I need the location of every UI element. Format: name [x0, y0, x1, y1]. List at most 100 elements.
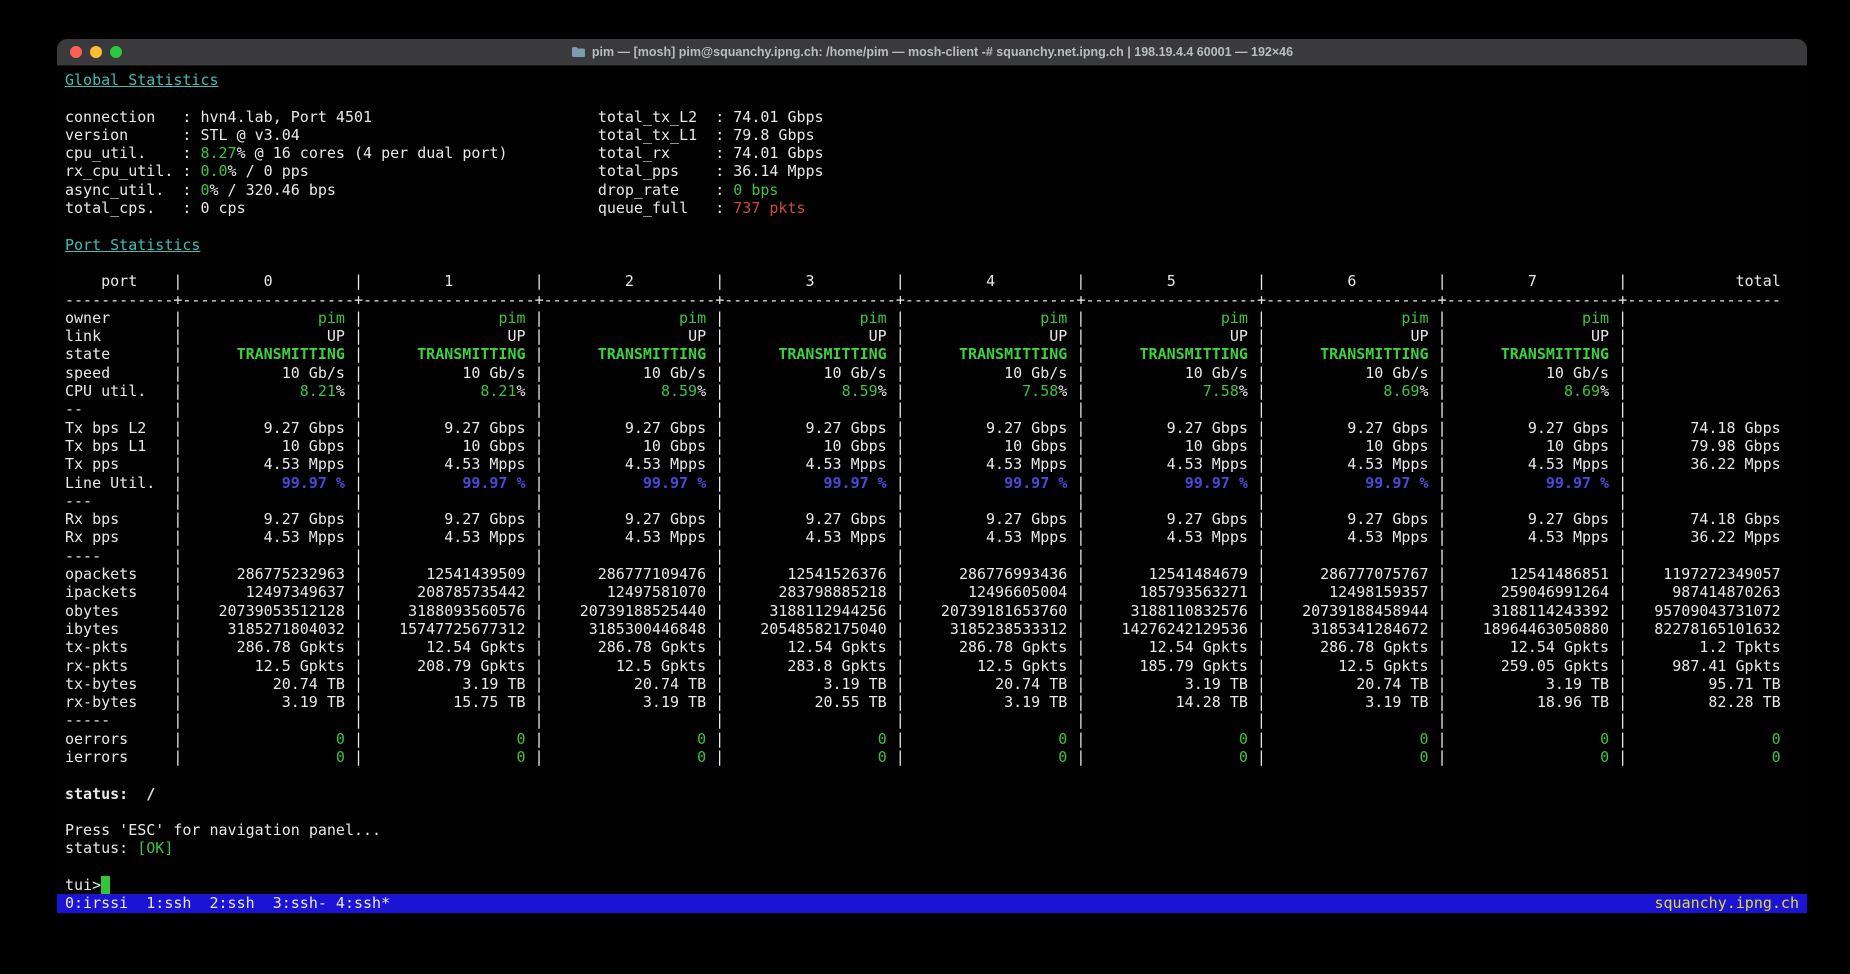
port-stats-row: owner|pim|pim|pim|pim|pim|pim|pim|pim|: [65, 309, 1799, 327]
close-button[interactable]: [70, 46, 82, 58]
port-stat-value: 9.27 Gbps: [1167, 419, 1248, 437]
port-stat-value: UP: [688, 327, 706, 345]
port-stat-cell: 8.69%: [1266, 382, 1438, 400]
port-stat-value: 0: [1239, 730, 1248, 748]
port-stat-value: 99.97 %: [1365, 474, 1428, 492]
global-stats-line: version: STL @ v3.04total_tx_L1: 79.8 Gb…: [65, 126, 1799, 144]
port-stats-row: rx-pkts|12.5 Gpkts|208.79 Gpkts|12.5 Gpk…: [65, 657, 1799, 675]
port-stat-cell: 10 Gb/s: [724, 364, 896, 382]
port-stat-value: 283798885218: [778, 583, 886, 601]
port-stat-total-cell: 1197272349057: [1627, 565, 1781, 583]
port-stat-value: 20739181653760: [941, 602, 1067, 620]
table-separator: ------------+-------------------+-------…: [65, 291, 1781, 309]
port-stat-value: 10 Gbps: [1185, 437, 1248, 455]
port-stat-cell: 4.53 Mpps: [1085, 528, 1257, 546]
port-stat-value: 0: [1419, 748, 1428, 766]
port-stat-cell: 4.53 Mpps: [905, 455, 1077, 473]
global-stat-right: total_pps: 36.14 Mpps: [598, 162, 824, 180]
global-stat-value: 74.01 Gbps: [733, 144, 823, 162]
port-stat-value: 12541486851: [1510, 565, 1609, 583]
port-stat-value: 3.19 TB: [1185, 675, 1248, 693]
port-stat-value: 9.27 Gbps: [625, 419, 706, 437]
port-stat-cell: 0: [544, 730, 716, 748]
port-stat-value: 286777075767: [1320, 565, 1428, 583]
port-stat-cell: 0: [544, 748, 716, 766]
port-stat-value: 12497581070: [607, 583, 706, 601]
port-stat-value: 12541439509: [426, 565, 525, 583]
port-stat-value: 10 Gbps: [643, 437, 706, 455]
port-stat-value: 10 Gbps: [282, 437, 345, 455]
port-stat-cell: 4.53 Mpps: [544, 455, 716, 473]
port-stat-value: 20.55 TB: [814, 693, 886, 711]
global-stat-label: total_cps.: [65, 199, 182, 217]
port-stat-cell: 3185238533312: [905, 620, 1077, 638]
port-stat-value: 8.21: [300, 382, 336, 400]
port-stat-cell: pim: [905, 309, 1077, 327]
port-stat-value: 18.96 TB: [1537, 693, 1609, 711]
port-stat-cell: 3.19 TB: [1447, 675, 1619, 693]
port-stat-cell: 12.5 Gpkts: [544, 657, 716, 675]
port-stat-cell: 20.74 TB: [182, 675, 354, 693]
port-stats-row: ibytes|3185271804032|15747725677312|3185…: [65, 620, 1799, 638]
port-stat-cell: 3185341284672: [1266, 620, 1438, 638]
port-stat-value: UP: [869, 327, 887, 345]
port-stat-cell: 4.53 Mpps: [1266, 528, 1438, 546]
port-stat-row-label: Tx bps L2: [65, 419, 173, 437]
global-stat-value: % @ 16 cores (4 per dual port): [237, 144, 508, 162]
port-stats-row: ipackets|12497349637|208785735442|124975…: [65, 583, 1799, 601]
port-stat-value: pim: [860, 309, 887, 327]
port-stat-value: pim: [1221, 309, 1248, 327]
port-stat-cell: 8.59%: [544, 382, 716, 400]
port-stat-cell: 185793563271: [1085, 583, 1257, 601]
port-stat-total-value: 74.18 Gbps: [1690, 510, 1780, 528]
port-stat-cell: 3188114243392: [1447, 602, 1619, 620]
port-stat-cell: 9.27 Gbps: [1447, 419, 1619, 437]
minimize-button[interactable]: [90, 46, 102, 58]
port-stat-cell: 20739181653760: [905, 602, 1077, 620]
port-stat-cell: 20.55 TB: [724, 693, 896, 711]
port-stat-row-label: state: [65, 345, 173, 363]
port-stat-value: 99.97 %: [282, 474, 345, 492]
port-stat-value: TRANSMITTING: [237, 345, 345, 363]
port-stat-cell: 12.54 Gpkts: [1447, 638, 1619, 656]
port-stat-total-cell: 95.71 TB: [1627, 675, 1781, 693]
port-stat-value: 4.53 Mpps: [444, 455, 525, 473]
port-stat-cell: TRANSMITTING: [182, 345, 354, 363]
prompt-line[interactable]: tui>: [65, 876, 1799, 894]
global-stat-value: % / 0 pps: [228, 162, 309, 180]
port-stat-cell: 9.27 Gbps: [544, 419, 716, 437]
port-stat-cell: 99.97 %: [1085, 474, 1257, 492]
port-stat-value: 12.54 Gpkts: [787, 638, 886, 656]
port-stat-value-suffix: %: [517, 382, 526, 400]
port-stat-cell: 0: [182, 730, 354, 748]
port-stat-value: 9.27 Gbps: [444, 419, 525, 437]
port-stat-cell: 4.53 Mpps: [544, 528, 716, 546]
port-stat-value: 14.28 TB: [1176, 693, 1248, 711]
zoom-button[interactable]: [110, 46, 122, 58]
port-stat-cell: 9.27 Gbps: [724, 510, 896, 528]
port-stat-cell: 3.19 TB: [544, 693, 716, 711]
port-stat-value: 20.74 TB: [1356, 675, 1428, 693]
port-stat-value: 20739053512128: [219, 602, 345, 620]
port-stat-value: 8.69: [1383, 382, 1419, 400]
port-stat-cell: 10 Gbps: [363, 437, 535, 455]
port-stat-row-label: Rx pps: [65, 528, 173, 546]
port-stat-value: 3188110832576: [1131, 602, 1248, 620]
port-stat-value: 286775232963: [237, 565, 345, 583]
port-stat-value: 0: [1600, 748, 1609, 766]
window-titlebar[interactable]: pim — [mosh] pim@squanchy.ipng.ch: /home…: [57, 39, 1807, 66]
port-stat-total-cell: 82278165101632: [1627, 620, 1781, 638]
terminal-screen[interactable]: Global Statisticsconnection: hvn4.lab, P…: [57, 66, 1807, 913]
port-stat-value: 10 Gb/s: [462, 364, 525, 382]
global-stat-value: 0 bps: [733, 181, 778, 199]
port-stat-value: 12.5 Gpkts: [977, 657, 1067, 675]
port-stat-cell: pim: [544, 309, 716, 327]
port-stat-cell: 3.19 TB: [1266, 693, 1438, 711]
port-stat-cell: 8.69%: [1447, 382, 1619, 400]
port-stat-value: 0: [1058, 730, 1067, 748]
port-stat-total-value: 36.22 Mpps: [1690, 528, 1780, 546]
blank-line: [65, 803, 1799, 821]
port-stat-row-label: speed: [65, 364, 173, 382]
port-stat-row-label: ipackets: [65, 583, 173, 601]
port-stat-cell: 18964463050880: [1447, 620, 1619, 638]
